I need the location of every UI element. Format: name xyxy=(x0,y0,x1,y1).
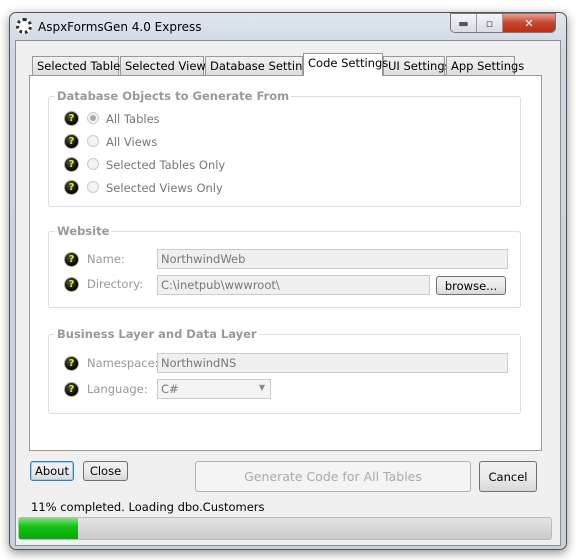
website-name-input[interactable]: NorthwindWeb xyxy=(157,249,508,269)
website-group xyxy=(48,231,521,308)
help-icon[interactable]: ? xyxy=(64,111,79,126)
generate-code-button[interactable]: Generate Code for All Tables xyxy=(195,461,471,492)
window-title: AspxFormsGen 4.0 Express xyxy=(38,20,202,34)
help-icon[interactable]: ? xyxy=(64,277,79,292)
tab-code-settings[interactable]: Code Settings xyxy=(303,53,388,76)
db-objects-title: Database Objects to Generate From xyxy=(55,89,292,103)
tab-app-settings[interactable]: App Settings xyxy=(446,56,524,76)
help-icon[interactable]: ? xyxy=(64,382,79,397)
close-button[interactable]: Close xyxy=(83,461,128,481)
language-value: C# xyxy=(161,382,179,396)
help-icon[interactable]: ? xyxy=(64,157,79,172)
radio-selected-views-only[interactable] xyxy=(87,181,99,193)
namespace-input[interactable]: NorthwindNS xyxy=(157,353,508,373)
maximize-button[interactable]: ▫ xyxy=(477,14,503,32)
directory-label: Directory: xyxy=(87,277,144,291)
radio-label: All Tables xyxy=(106,112,160,126)
cancel-button[interactable]: Cancel xyxy=(479,461,537,492)
progress-fill xyxy=(19,518,78,539)
namespace-label: Namespace: xyxy=(87,356,159,370)
language-select[interactable]: C# ▼ xyxy=(157,379,271,399)
help-icon[interactable]: ? xyxy=(64,134,79,149)
help-icon[interactable]: ? xyxy=(64,356,79,371)
tab-selected-views[interactable]: Selected Views xyxy=(120,56,212,76)
language-label: Language: xyxy=(87,382,148,396)
chevron-down-icon: ▼ xyxy=(258,383,265,392)
radio-all-tables[interactable] xyxy=(87,112,99,124)
minimize-button[interactable]: ▬ xyxy=(451,14,477,32)
close-window-button[interactable]: ✕ xyxy=(503,14,555,32)
layers-group xyxy=(48,334,521,414)
status-text: 11% completed. Loading dbo.Customers xyxy=(31,500,265,514)
app-gear-icon xyxy=(16,18,32,34)
name-label: Name: xyxy=(87,252,125,266)
radio-label: All Views xyxy=(106,135,158,149)
caption-buttons: ▬ ▫ ✕ xyxy=(450,13,556,33)
browse-button[interactable]: browse... xyxy=(436,276,506,295)
tab-ui-settings[interactable]: UI Settings xyxy=(383,56,451,76)
progress-bar xyxy=(18,517,552,540)
radio-selected-tables-only[interactable] xyxy=(87,158,99,170)
help-icon[interactable]: ? xyxy=(64,252,79,267)
help-icon[interactable]: ? xyxy=(64,180,79,195)
website-title: Website xyxy=(55,224,112,238)
directory-input[interactable]: C:\inetpub\wwwroot\ xyxy=(157,275,430,295)
radio-all-views[interactable] xyxy=(87,135,99,147)
radio-label: Selected Views Only xyxy=(106,181,223,195)
tab-database-settings[interactable]: Database Settings xyxy=(205,56,316,76)
radio-label: Selected Tables Only xyxy=(106,158,226,172)
tab-selected-tables[interactable]: Selected Tables xyxy=(32,56,126,76)
layers-title: Business Layer and Data Layer xyxy=(55,327,259,341)
about-button[interactable]: About xyxy=(30,461,74,481)
